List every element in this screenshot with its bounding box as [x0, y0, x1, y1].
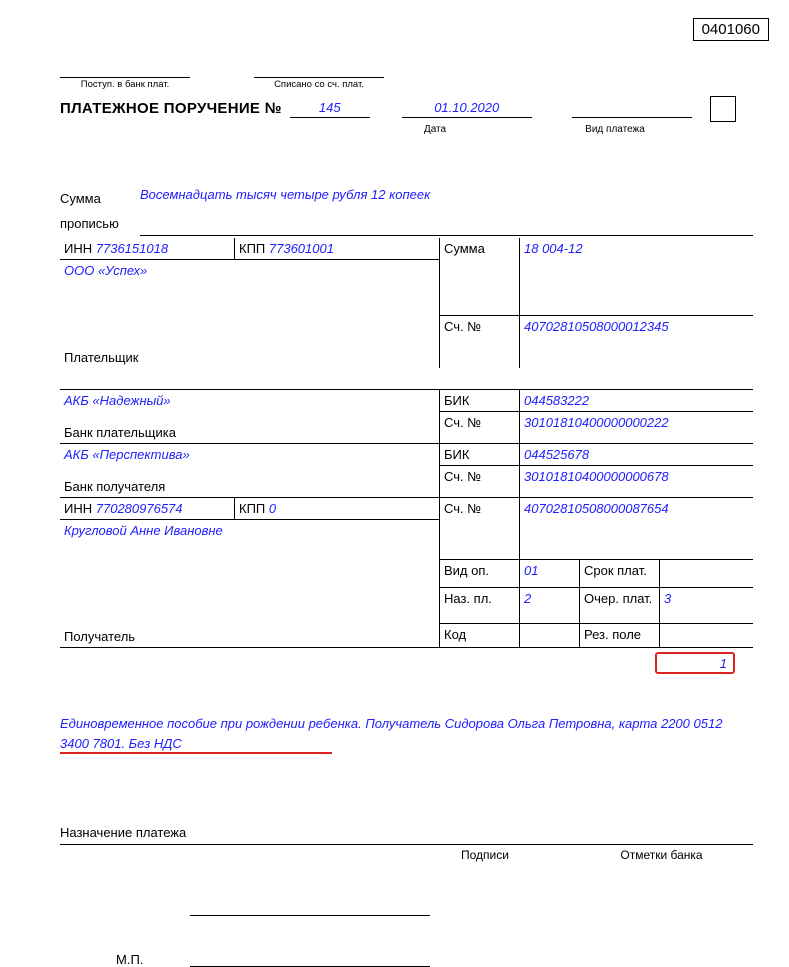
recv-bank-bik-value: 044525678	[520, 444, 753, 466]
recv-bank-date-caption: Поступ. в банк плат.	[60, 79, 190, 90]
signatures-caption: Подписи	[400, 848, 570, 862]
sum-label: Сумма	[440, 238, 520, 260]
payer-bank-name: АКБ «Надежный»	[60, 390, 440, 412]
payer-bank-acc-value: 30101810400000000222	[520, 412, 753, 444]
payer-kpp-cell: КПП 773601001	[235, 238, 440, 260]
ocher-value: 3	[660, 588, 753, 624]
top-date-row: Поступ. в банк плат. Списано со сч. плат…	[60, 64, 753, 90]
payer-bank-label: Банк плательщика	[64, 425, 176, 440]
srok-label: Срок плат.	[580, 560, 660, 588]
doc-title: ПЛАТЕЖНОЕ ПОРУЧЕНИЕ №	[60, 100, 282, 117]
status-box	[710, 96, 736, 122]
payment-type-slot	[572, 100, 692, 118]
payer-acc-label: Сч. №	[440, 316, 520, 368]
payer-name: ООО «Успех»	[60, 260, 440, 316]
debited-date-slot	[254, 64, 384, 78]
kod-label: Код	[440, 624, 520, 648]
vid-op-value: 01	[520, 560, 580, 588]
recv-acc-label: Сч. №	[440, 498, 520, 520]
recv-bank-name: АКБ «Перспектива»	[60, 444, 440, 466]
payer-kpp-label: КПП	[239, 241, 265, 256]
purpose-label: Назначение платежа	[60, 825, 753, 845]
recv-inn-cell: ИНН 770280976574	[60, 498, 235, 520]
recv-acc-value: 40702810508000087654	[520, 498, 753, 520]
payer-bank-bik-label: БИК	[440, 390, 520, 412]
doc-date: 01.10.2020	[402, 100, 532, 118]
title-row: ПЛАТЕЖНОЕ ПОРУЧЕНИЕ № 145 01.10.2020	[60, 100, 753, 122]
payer-bank-acc-label: Сч. №	[440, 412, 520, 444]
payment-order-form: 0401060 Поступ. в банк плат. Списано со …	[0, 0, 789, 942]
details-grid: ИНН 7736151018 КПП 773601001 Сумма 18 00…	[60, 238, 753, 648]
recv-kpp-value: 0	[269, 501, 276, 516]
payment-type-caption: Вид платежа	[550, 124, 680, 135]
form-code-box: 0401060	[693, 18, 769, 41]
recv-inn-value: 770280976574	[96, 501, 183, 516]
sum-words-label-1: Сумма	[60, 187, 140, 212]
recv-kpp-label: КПП	[239, 501, 265, 516]
title-captions: Дата Вид платежа	[60, 124, 753, 135]
recv-bank-acc-label: Сч. №	[440, 466, 520, 498]
receiver-label: Получатель	[64, 629, 135, 644]
naz-value: 2	[520, 588, 580, 624]
receiver-name: Кругловой Анне Ивановне	[60, 520, 440, 560]
sum-value: 18 004-12	[520, 238, 753, 260]
sum-in-words-row: Сумма прописью Восемнадцать тысяч четыре…	[60, 187, 753, 236]
recv-kpp-cell: КПП 0	[235, 498, 440, 520]
payer-bank-bik-value: 044583222	[520, 390, 753, 412]
payer-inn-label: ИНН	[64, 241, 92, 256]
recv-bank-date-slot	[60, 64, 190, 78]
vid-op-label: Вид оп.	[440, 560, 520, 588]
date-caption: Дата	[360, 124, 510, 135]
recv-inn-label: ИНН	[64, 501, 92, 516]
sum-words-label-2: прописью	[60, 212, 140, 237]
rez-label: Рез. поле	[580, 624, 660, 648]
signature-slot-2	[190, 953, 430, 967]
recv-bank-acc-value: 30101810400000000678	[520, 466, 753, 498]
signature-slot-1	[190, 902, 753, 916]
ocher-label: Очер. плат.	[580, 588, 660, 624]
payer-inn-cell: ИНН 7736151018	[60, 238, 235, 260]
red-underline-annotation	[60, 752, 332, 754]
naz-label: Наз. пл.	[440, 588, 520, 624]
recv-bank-bik-label: БИК	[440, 444, 520, 466]
payer-label: Плательщик	[64, 350, 138, 365]
debited-date-caption: Списано со сч. плат.	[254, 79, 384, 90]
recv-bank-label: Банк получателя	[64, 479, 165, 494]
signatures-row: Подписи Отметки банка	[60, 848, 753, 862]
sum-in-words-value: Восемнадцать тысяч четыре рубля 12 копее…	[140, 187, 753, 236]
mp-label: М.П.	[60, 952, 190, 967]
payer-acc-value: 40702810508000012345	[520, 316, 753, 368]
payment-purpose-text: Единовременное пособие при рождении ребе…	[60, 714, 753, 753]
doc-number: 145	[290, 100, 370, 118]
payer-kpp-value: 773601001	[269, 241, 334, 256]
bank-marks-caption: Отметки банка	[570, 848, 753, 862]
payer-inn-value: 7736151018	[96, 241, 168, 256]
highlighted-box-1: 1	[655, 652, 735, 674]
